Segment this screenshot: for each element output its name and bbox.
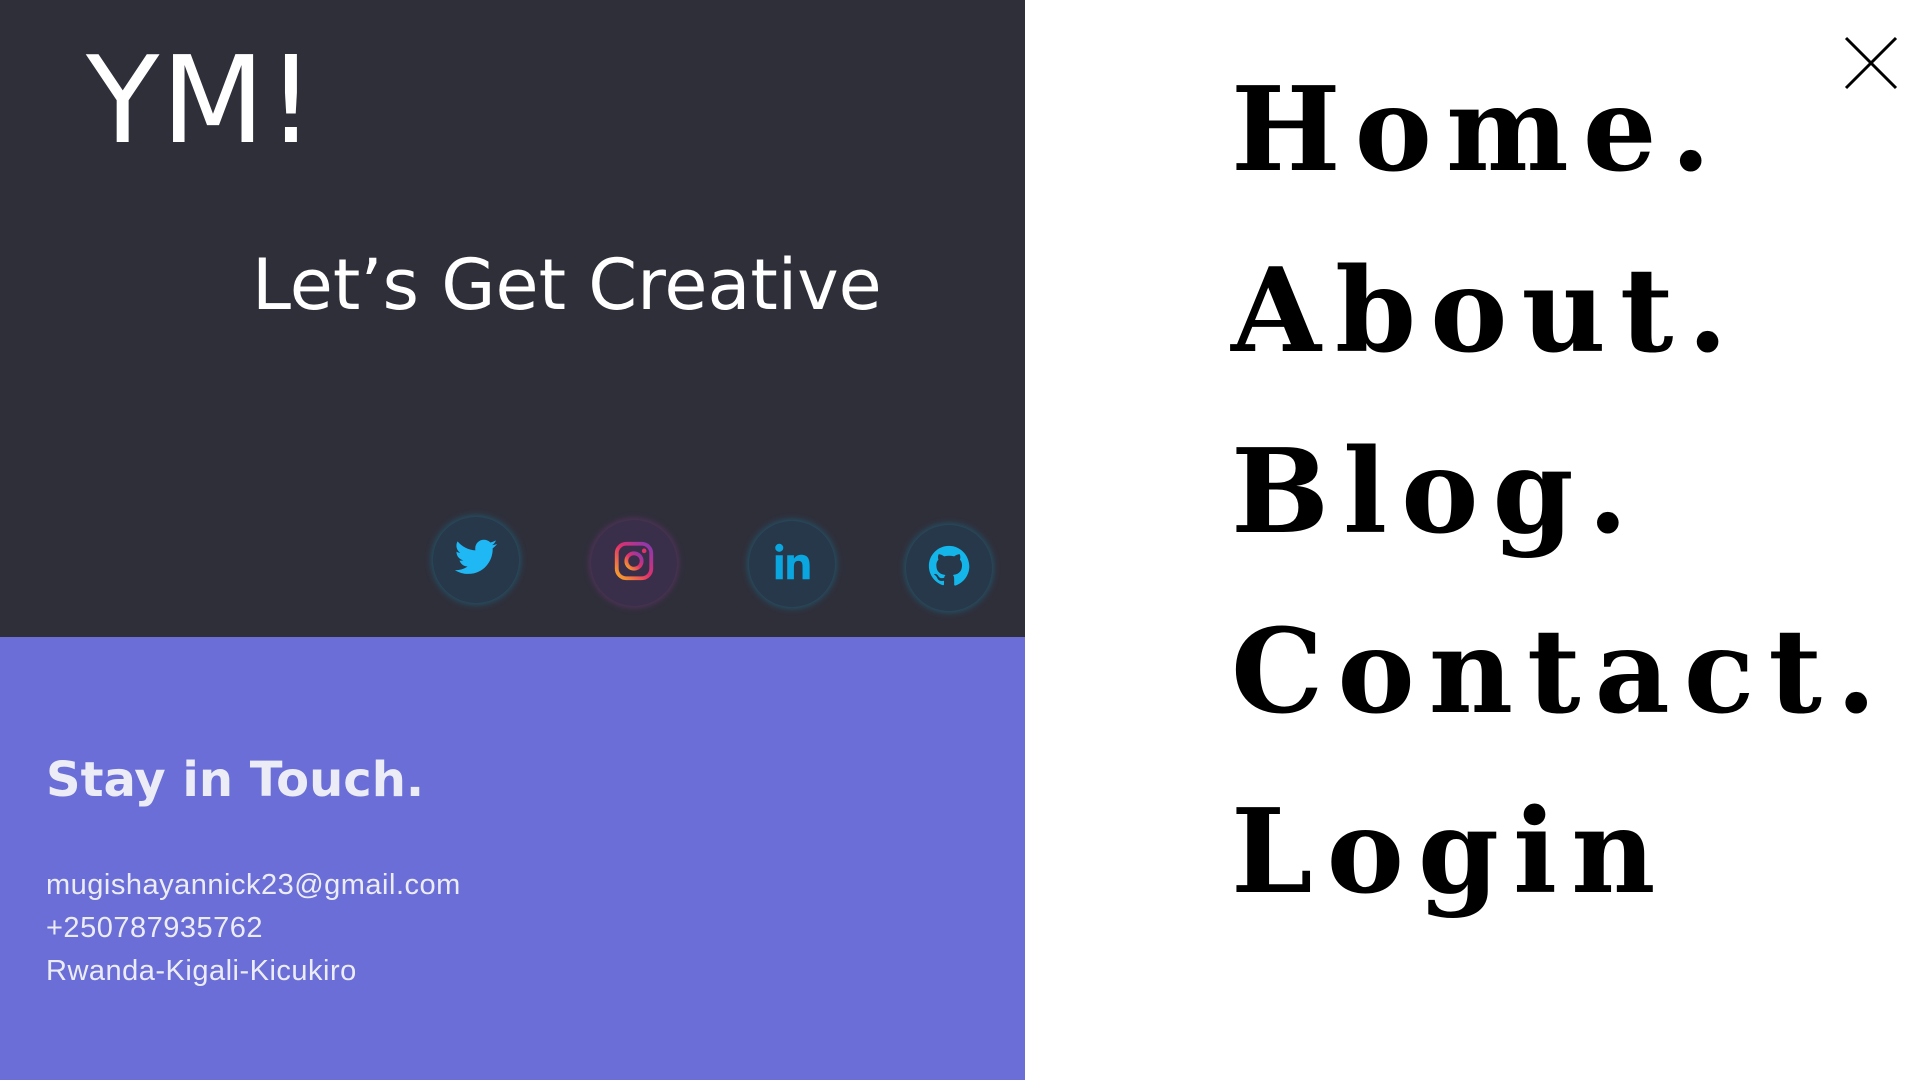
contact-phone[interactable]: +250787935762 [46,912,263,945]
hero-tagline: Let’s Get Creative [252,244,882,326]
contact-address: Rwanda-Kigali-Kicukiro [46,955,357,987]
left-panel: YM! Let’s Get Creative Stay in Touch. mu… [0,0,1025,1080]
github-link[interactable] [906,525,992,611]
nav-menu: Home. About. Blog. Contact. Login [1025,0,1920,1080]
nav-item-about[interactable]: About. [1231,253,1742,369]
instagram-icon [611,538,657,589]
nav-item-login[interactable]: Login [1231,794,1669,910]
linkedin-link[interactable] [749,521,835,607]
contact-title: Stay in Touch. [46,752,425,808]
nav-item-blog[interactable]: Blog. [1231,434,1642,550]
instagram-link[interactable] [591,520,677,606]
site-logo[interactable]: YM! [86,42,317,162]
linkedin-icon [769,539,815,590]
twitter-link[interactable] [433,517,519,603]
close-icon [1844,36,1898,90]
contact-email[interactable]: mugishayannick23@gmail.com [46,869,461,902]
close-button[interactable] [1840,32,1902,94]
github-icon [926,543,972,594]
nav-item-contact[interactable]: Contact. [1231,614,1890,730]
hero-section: YM! Let’s Get Creative [0,0,1025,637]
twitter-icon [453,535,499,586]
contact-section: Stay in Touch. mugishayannick23@gmail.co… [0,637,1025,1080]
nav-item-home[interactable]: Home. [1231,72,1725,188]
